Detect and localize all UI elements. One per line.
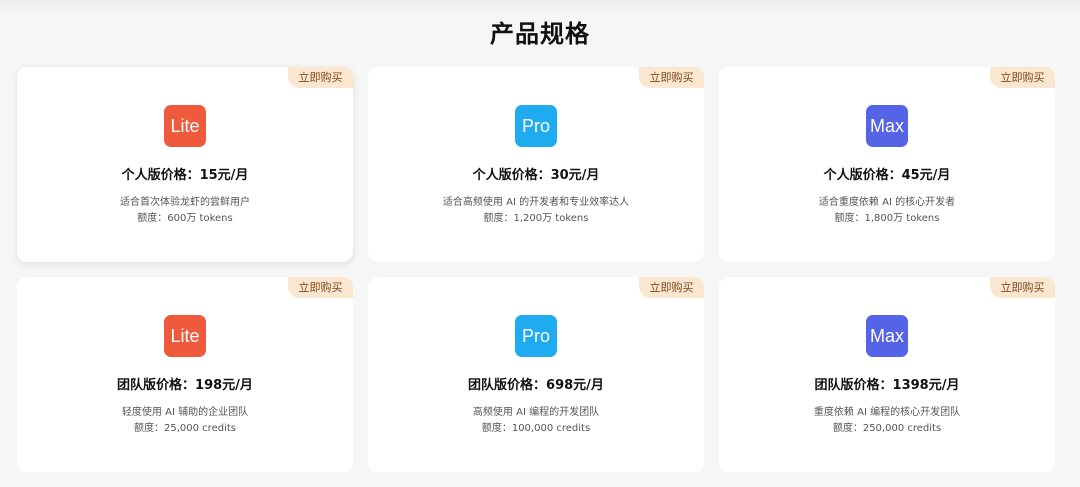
plan-description: 高频使用 AI 编程的开发团队 — [472, 407, 600, 418]
plan-price: 个人版价格：15元/月 — [121, 168, 249, 183]
pro-logo-icon: Pro — [515, 315, 557, 357]
buy-now-button[interactable]: 立即购买 — [990, 277, 1055, 298]
plan-description: 适合重度依赖 AI 的核心开发者 — [818, 197, 956, 208]
plan-price: 个人版价格：30元/月 — [472, 168, 600, 183]
lite-logo-icon: Lite — [164, 105, 206, 147]
plan-quota: 额度：1,800万 tokens — [834, 213, 940, 224]
plan-description: 轻度使用 AI 辅助的企业团队 — [121, 407, 249, 418]
plan-card-personal-max: 立即购买 Max 个人版价格：45元/月 适合重度依赖 AI 的核心开发者 额度… — [719, 67, 1055, 262]
plan-grid: 立即购买 Lite 个人版价格：15元/月 适合首次体验龙虾的尝鲜用户 额度：6… — [17, 67, 1056, 472]
max-logo-icon: Max — [866, 105, 908, 147]
plan-card-personal-pro: 立即购买 Pro 个人版价格：30元/月 适合高频使用 AI 的开发者和专业效率… — [368, 67, 704, 262]
plan-card-team-lite: 立即购买 Lite 团队版价格：198元/月 轻度使用 AI 辅助的企业团队 额… — [17, 277, 353, 472]
lite-logo-icon: Lite — [164, 315, 206, 357]
plan-quota: 额度：25,000 credits — [134, 423, 236, 434]
max-logo-icon: Max — [866, 315, 908, 357]
header-shade — [0, 0, 1080, 14]
buy-now-button[interactable]: 立即购买 — [639, 67, 704, 88]
buy-now-button[interactable]: 立即购买 — [288, 277, 353, 298]
plan-quota: 额度：250,000 credits — [832, 423, 942, 434]
buy-now-button[interactable]: 立即购买 — [639, 277, 704, 298]
plan-description: 适合首次体验龙虾的尝鲜用户 — [120, 197, 250, 208]
plan-price: 团队版价格：198元/月 — [117, 378, 253, 393]
plan-card-personal-lite: 立即购买 Lite 个人版价格：15元/月 适合首次体验龙虾的尝鲜用户 额度：6… — [17, 67, 353, 262]
plan-description: 适合高频使用 AI 的开发者和专业效率达人 — [442, 197, 630, 208]
buy-now-button[interactable]: 立即购买 — [990, 67, 1055, 88]
plan-quota: 额度：1,200万 tokens — [483, 213, 589, 224]
plan-price: 个人版价格：45元/月 — [823, 168, 951, 183]
buy-now-button[interactable]: 立即购买 — [288, 67, 353, 88]
page-title: 产品规格 — [490, 20, 590, 48]
pro-logo-icon: Pro — [515, 105, 557, 147]
plan-quota: 额度：100,000 credits — [481, 423, 591, 434]
plan-price: 团队版价格：698元/月 — [468, 378, 604, 393]
plan-price: 团队版价格：1398元/月 — [814, 378, 960, 393]
plan-card-team-max: 立即购买 Max 团队版价格：1398元/月 重度依赖 AI 编程的核心开发团队… — [719, 277, 1055, 472]
plan-card-team-pro: 立即购买 Pro 团队版价格：698元/月 高频使用 AI 编程的开发团队 额度… — [368, 277, 704, 472]
plan-description: 重度依赖 AI 编程的核心开发团队 — [813, 407, 961, 418]
plan-quota: 额度：600万 tokens — [137, 213, 233, 224]
